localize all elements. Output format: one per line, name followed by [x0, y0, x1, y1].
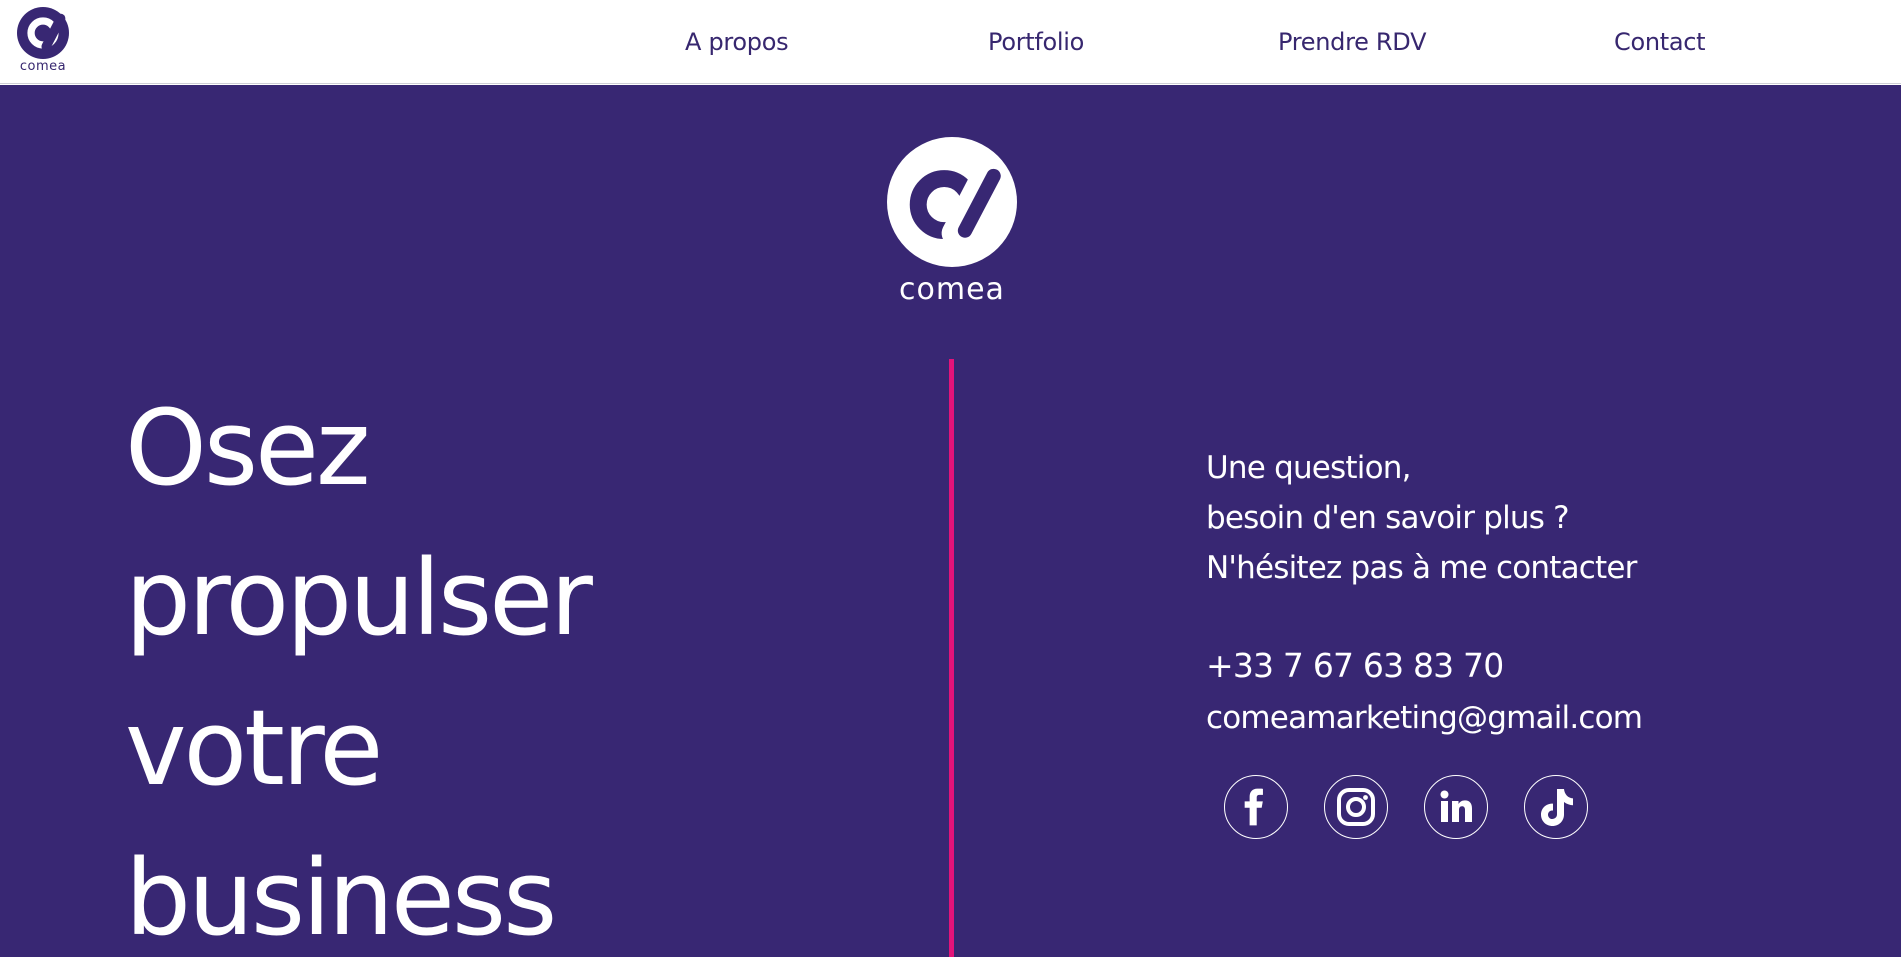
vertical-divider [949, 359, 954, 957]
facebook-icon [1244, 788, 1263, 826]
linkedin-icon [1440, 790, 1472, 822]
slogan-line: votre [125, 687, 383, 809]
contact-intro: Une question, besoin d'en savoir plus ? … [1206, 443, 1637, 593]
nav-portfolio[interactable]: Portfolio [988, 24, 1084, 60]
slogan-line: propulser [125, 537, 593, 659]
linkedin-link[interactable] [1424, 775, 1488, 839]
comea-logo-icon [887, 137, 1017, 267]
hero-slogan: Osez propulser votre business [125, 373, 593, 957]
slogan-line: Osez [125, 387, 371, 509]
instagram-link[interactable] [1324, 775, 1388, 839]
site-header: comea A propos Portfolio Prendre RDV Con… [0, 0, 1901, 84]
email-link[interactable]: comeamarketing@gmail.com [1206, 696, 1643, 740]
comea-logo-icon [17, 7, 69, 59]
slogan-line: business [125, 837, 557, 957]
nav-contact[interactable]: Contact [1614, 24, 1706, 60]
facebook-link[interactable] [1224, 775, 1288, 839]
tiktok-link[interactable] [1524, 775, 1588, 839]
phone-link[interactable]: +33 7 67 63 83 70 [1206, 644, 1504, 688]
hero-section: comea Osez propulser votre business Une … [0, 85, 1901, 957]
nav-prendre-rdv[interactable]: Prendre RDV [1278, 24, 1427, 60]
tiktok-icon [1541, 789, 1573, 826]
nav-a-propos[interactable]: A propos [685, 24, 789, 60]
instagram-icon [1337, 788, 1375, 826]
contact-intro-line: N'hésitez pas à me contacter [1206, 550, 1637, 586]
header-logo[interactable]: comea [15, 7, 71, 77]
contact-intro-line: Une question, [1206, 450, 1411, 486]
contact-intro-line: besoin d'en savoir plus ? [1206, 500, 1570, 536]
hero-logo-text: comea [899, 272, 1005, 307]
header-logo-text: comea [19, 59, 67, 74]
hero-logo: comea [887, 137, 1017, 307]
